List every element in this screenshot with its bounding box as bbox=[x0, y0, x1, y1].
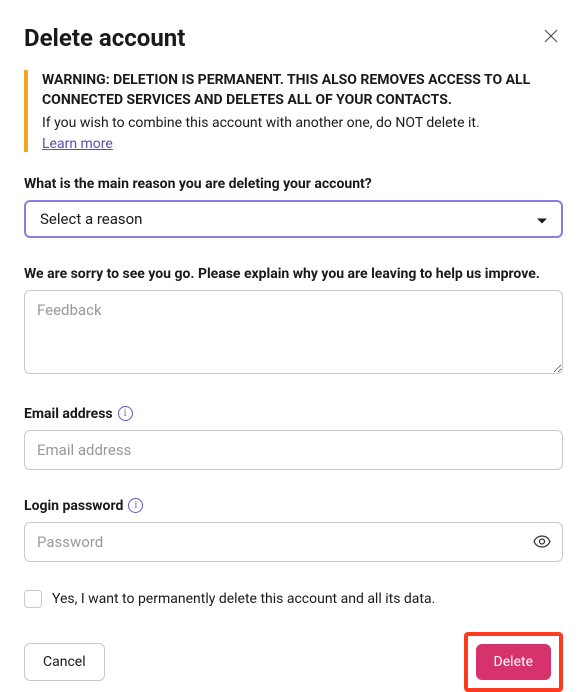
cancel-button[interactable]: Cancel bbox=[24, 643, 105, 681]
reason-label: What is the main reason you are deleting… bbox=[24, 176, 563, 192]
eye-icon bbox=[533, 535, 551, 547]
confirm-delete-label: Yes, I want to permanently delete this a… bbox=[52, 591, 435, 607]
delete-button-highlight: Delete bbox=[464, 632, 563, 692]
password-field[interactable] bbox=[24, 522, 563, 562]
reason-select[interactable]: Select a reason bbox=[24, 200, 563, 238]
learn-more-link[interactable]: Learn more bbox=[42, 136, 113, 152]
feedback-label: We are sorry to see you go. Please expla… bbox=[24, 266, 563, 282]
info-icon[interactable]: i bbox=[118, 406, 133, 421]
chevron-down-icon bbox=[537, 209, 547, 228]
password-label: Login password bbox=[24, 498, 123, 514]
delete-button[interactable]: Delete bbox=[476, 644, 551, 680]
email-label: Email address bbox=[24, 406, 113, 422]
close-button[interactable] bbox=[539, 24, 563, 48]
feedback-textarea[interactable] bbox=[24, 290, 563, 374]
confirm-delete-checkbox[interactable] bbox=[24, 590, 42, 608]
info-icon[interactable]: i bbox=[128, 498, 143, 513]
warning-subtext: If you wish to combine this account with… bbox=[42, 113, 563, 133]
warning-banner: WARNING: DELETION IS PERMANENT. THIS ALS… bbox=[24, 70, 563, 152]
toggle-password-visibility[interactable] bbox=[533, 532, 551, 551]
reason-selected-value: Select a reason bbox=[40, 210, 142, 228]
warning-headline: WARNING: DELETION IS PERMANENT. THIS ALS… bbox=[42, 70, 563, 111]
email-field[interactable] bbox=[24, 430, 563, 470]
close-icon bbox=[543, 28, 559, 44]
dialog-title: Delete account bbox=[24, 24, 185, 52]
